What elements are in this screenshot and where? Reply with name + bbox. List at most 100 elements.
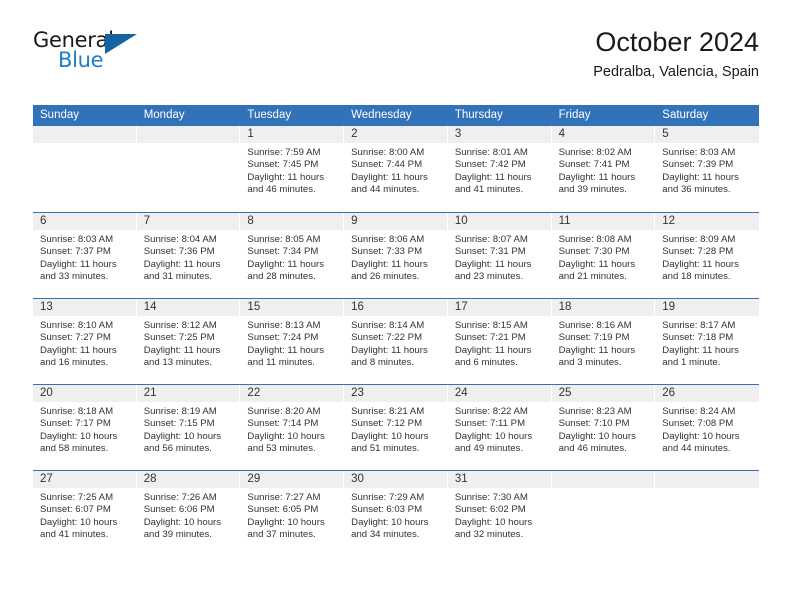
day-cell[interactable]: 4 Sunrise: 8:02 AM Sunset: 7:41 PM Daylight… — [551, 126, 656, 212]
daylight-text-line1: Daylight: 10 hours — [351, 516, 429, 528]
day-sun-info: Sunrise: 8:03 AM Sunset: 7:39 PM Daylight:… — [655, 143, 759, 196]
sunset-text: Sunset: 6:03 PM — [351, 504, 423, 516]
daylight-text-line1: Daylight: 11 hours — [40, 258, 117, 270]
day-cell[interactable]: 19 Sunrise: 8:17 AM Sunset: 7:18 PM Dayligh… — [655, 299, 759, 384]
day-cell[interactable]: 21 Sunrise: 8:19 AM Sunset: 7:15 PM Dayligh… — [136, 385, 241, 470]
day-cell-empty — [136, 126, 241, 212]
day-cell[interactable]: 7 Sunrise: 8:04 AM Sunset: 7:36 PM Daylight… — [136, 213, 241, 298]
sunset-text: Sunset: 7:24 PM — [247, 332, 319, 344]
day-cell-empty — [33, 126, 137, 212]
sunrise-text: Sunrise: 8:17 AM — [662, 320, 736, 331]
sunset-text: Sunset: 7:27 PM — [40, 332, 111, 344]
day-cell[interactable]: 20 Sunrise: 8:18 AM Sunset: 7:17 PM Dayligh… — [33, 385, 137, 470]
day-number: 20 — [33, 385, 136, 402]
day-sun-info: Sunrise: 8:10 AM Sunset: 7:27 PM Daylight:… — [33, 316, 136, 369]
daylight-text-line1: Daylight: 11 hours — [247, 171, 325, 183]
day-cell[interactable]: 22 Sunrise: 8:20 AM Sunset: 7:14 PM Dayligh… — [240, 385, 345, 470]
calendar-week-row: 1 Sunrise: 7:59 AM Sunset: 7:45 PM Daylight… — [33, 126, 759, 212]
day-cell[interactable]: 23 Sunrise: 8:21 AM Sunset: 7:12 PM Dayligh… — [344, 385, 448, 470]
daylight-text-line1: Daylight: 11 hours — [454, 171, 532, 183]
daylight-text-line2: and 33 minutes. — [40, 270, 109, 282]
day-cell[interactable]: 9 Sunrise: 8:06 AM Sunset: 7:33 PM Daylight… — [344, 213, 448, 298]
calendar-week-row: 27 Sunrise: 7:25 AM Sunset: 6:07 PM Dayligh… — [33, 470, 759, 556]
day-number: 24 — [447, 385, 551, 402]
sunrise-text: Sunrise: 8:19 AM — [143, 406, 217, 417]
day-cell[interactable]: 16 Sunrise: 8:14 AM Sunset: 7:22 PM Dayligh… — [344, 299, 448, 384]
day-sun-info: Sunrise: 8:14 AM Sunset: 7:22 PM Daylight:… — [344, 316, 447, 369]
sunset-text: Sunset: 7:45 PM — [247, 159, 319, 171]
sunrise-text: Sunrise: 7:30 AM — [454, 492, 528, 503]
day-number: 1 — [240, 126, 344, 143]
daylight-text-line1: Daylight: 10 hours — [247, 516, 325, 528]
day-number: 21 — [136, 385, 240, 402]
daylight-text-line2: and 1 minute. — [662, 356, 721, 368]
day-cell[interactable]: 6 Sunrise: 8:03 AM Sunset: 7:37 PM Daylight… — [33, 213, 137, 298]
daylight-text-line1: Daylight: 11 hours — [558, 171, 636, 183]
day-number: 7 — [136, 213, 240, 230]
sunset-text: Sunset: 7:14 PM — [247, 418, 319, 430]
daylight-text-line2: and 39 minutes. — [558, 183, 627, 195]
day-cell[interactable]: 18 Sunrise: 8:16 AM Sunset: 7:19 PM Dayligh… — [551, 299, 656, 384]
weekday-header-saturday: Saturday — [662, 109, 709, 121]
day-sun-info: Sunrise: 8:08 AM Sunset: 7:30 PM Daylight:… — [552, 230, 655, 283]
daylight-text-line1: Daylight: 10 hours — [662, 430, 740, 442]
day-sun-info: Sunrise: 8:05 AM Sunset: 7:34 PM Daylight:… — [240, 230, 343, 283]
day-cell[interactable]: 14 Sunrise: 8:12 AM Sunset: 7:25 PM Dayligh… — [136, 299, 241, 384]
day-cell[interactable]: 2 Sunrise: 8:00 AM Sunset: 7:44 PM Daylight… — [344, 126, 448, 212]
daylight-text-line1: Daylight: 10 hours — [454, 516, 533, 528]
day-cell[interactable]: 17 Sunrise: 8:15 AM Sunset: 7:21 PM Dayligh… — [447, 299, 552, 384]
day-number: 28 — [136, 471, 240, 488]
sunrise-text: Sunrise: 7:29 AM — [351, 492, 425, 503]
sunset-text: Sunset: 7:39 PM — [662, 159, 734, 171]
sunset-text: Sunset: 7:28 PM — [662, 246, 734, 258]
day-cell[interactable]: 13 Sunrise: 8:10 AM Sunset: 7:27 PM Dayligh… — [33, 299, 137, 384]
day-sun-info: Sunrise: 8:19 AM Sunset: 7:15 PM Daylight:… — [137, 402, 240, 455]
daylight-text-line2: and 56 minutes. — [143, 442, 212, 454]
day-sun-info: Sunrise: 7:26 AM Sunset: 6:06 PM Daylight:… — [137, 488, 240, 541]
daylight-text-line1: Daylight: 11 hours — [558, 344, 636, 356]
day-cell[interactable]: 31 Sunrise: 7:30 AM Sunset: 6:02 PM Dayligh… — [447, 471, 552, 556]
sunset-text: Sunset: 7:17 PM — [40, 418, 111, 430]
day-cell[interactable]: 1 Sunrise: 7:59 AM Sunset: 7:45 PM Daylight… — [240, 126, 345, 212]
day-cell[interactable]: 15 Sunrise: 8:13 AM Sunset: 7:24 PM Dayligh… — [240, 299, 345, 384]
day-cell[interactable]: 25 Sunrise: 8:23 AM Sunset: 7:10 PM Dayligh… — [551, 385, 656, 470]
day-cell[interactable]: 30 Sunrise: 7:29 AM Sunset: 6:03 PM Dayligh… — [344, 471, 448, 556]
daylight-text-line1: Daylight: 11 hours — [143, 344, 221, 356]
sunset-text: Sunset: 7:18 PM — [662, 332, 734, 344]
sunset-text: Sunset: 7:31 PM — [454, 246, 526, 258]
daylight-text-line2: and 6 minutes. — [454, 356, 518, 368]
day-sun-info: Sunrise: 7:30 AM Sunset: 6:02 PM Daylight:… — [448, 488, 551, 541]
day-number: 19 — [655, 299, 759, 316]
day-number — [136, 126, 240, 143]
daylight-text-line2: and 21 minutes. — [558, 270, 627, 282]
day-cell[interactable]: 12 Sunrise: 8:09 AM Sunset: 7:28 PM Dayligh… — [655, 213, 759, 298]
day-cell[interactable]: 27 Sunrise: 7:25 AM Sunset: 6:07 PM Dayligh… — [33, 471, 137, 556]
sunrise-text: Sunrise: 8:09 AM — [662, 234, 736, 245]
daylight-text-line2: and 46 minutes. — [247, 183, 316, 195]
daylight-text-line1: Daylight: 10 hours — [351, 430, 429, 442]
sunrise-text: Sunrise: 8:05 AM — [247, 234, 321, 245]
day-cell[interactable]: 3 Sunrise: 8:01 AM Sunset: 7:42 PM Daylight… — [447, 126, 552, 212]
daylight-text-line1: Daylight: 11 hours — [40, 344, 117, 356]
day-cell[interactable]: 11 Sunrise: 8:08 AM Sunset: 7:30 PM Dayligh… — [551, 213, 656, 298]
sunset-text: Sunset: 7:19 PM — [558, 332, 630, 344]
sunrise-text: Sunrise: 8:23 AM — [558, 406, 632, 417]
day-cell[interactable]: 5 Sunrise: 8:03 AM Sunset: 7:39 PM Daylight… — [655, 126, 759, 212]
sunrise-text: Sunrise: 8:04 AM — [143, 234, 217, 245]
daylight-text-line1: Daylight: 11 hours — [351, 171, 428, 183]
sunrise-text: Sunrise: 8:02 AM — [558, 147, 632, 158]
sunset-text: Sunset: 7:42 PM — [454, 159, 526, 171]
day-cell[interactable]: 10 Sunrise: 8:07 AM Sunset: 7:31 PM Dayligh… — [447, 213, 552, 298]
daylight-text-line2: and 8 minutes. — [351, 356, 415, 368]
day-cell-empty — [551, 471, 656, 556]
day-sun-info: Sunrise: 8:06 AM Sunset: 7:33 PM Daylight:… — [344, 230, 447, 283]
day-sun-info: Sunrise: 8:01 AM Sunset: 7:42 PM Daylight:… — [448, 143, 551, 196]
day-cell[interactable]: 28 Sunrise: 7:26 AM Sunset: 6:06 PM Dayligh… — [136, 471, 241, 556]
page-subtitle: Pedralba, Valencia, Spain — [593, 64, 759, 81]
day-cell[interactable]: 26 Sunrise: 8:24 AM Sunset: 7:08 PM Dayligh… — [655, 385, 759, 470]
day-cell[interactable]: 8 Sunrise: 8:05 AM Sunset: 7:34 PM Daylight… — [240, 213, 345, 298]
day-cell[interactable]: 29 Sunrise: 7:27 AM Sunset: 6:05 PM Dayligh… — [240, 471, 345, 556]
day-cell[interactable]: 24 Sunrise: 8:22 AM Sunset: 7:11 PM Dayligh… — [447, 385, 552, 470]
weekday-header-monday: Monday — [143, 109, 185, 121]
sunrise-text: Sunrise: 7:25 AM — [40, 492, 114, 503]
